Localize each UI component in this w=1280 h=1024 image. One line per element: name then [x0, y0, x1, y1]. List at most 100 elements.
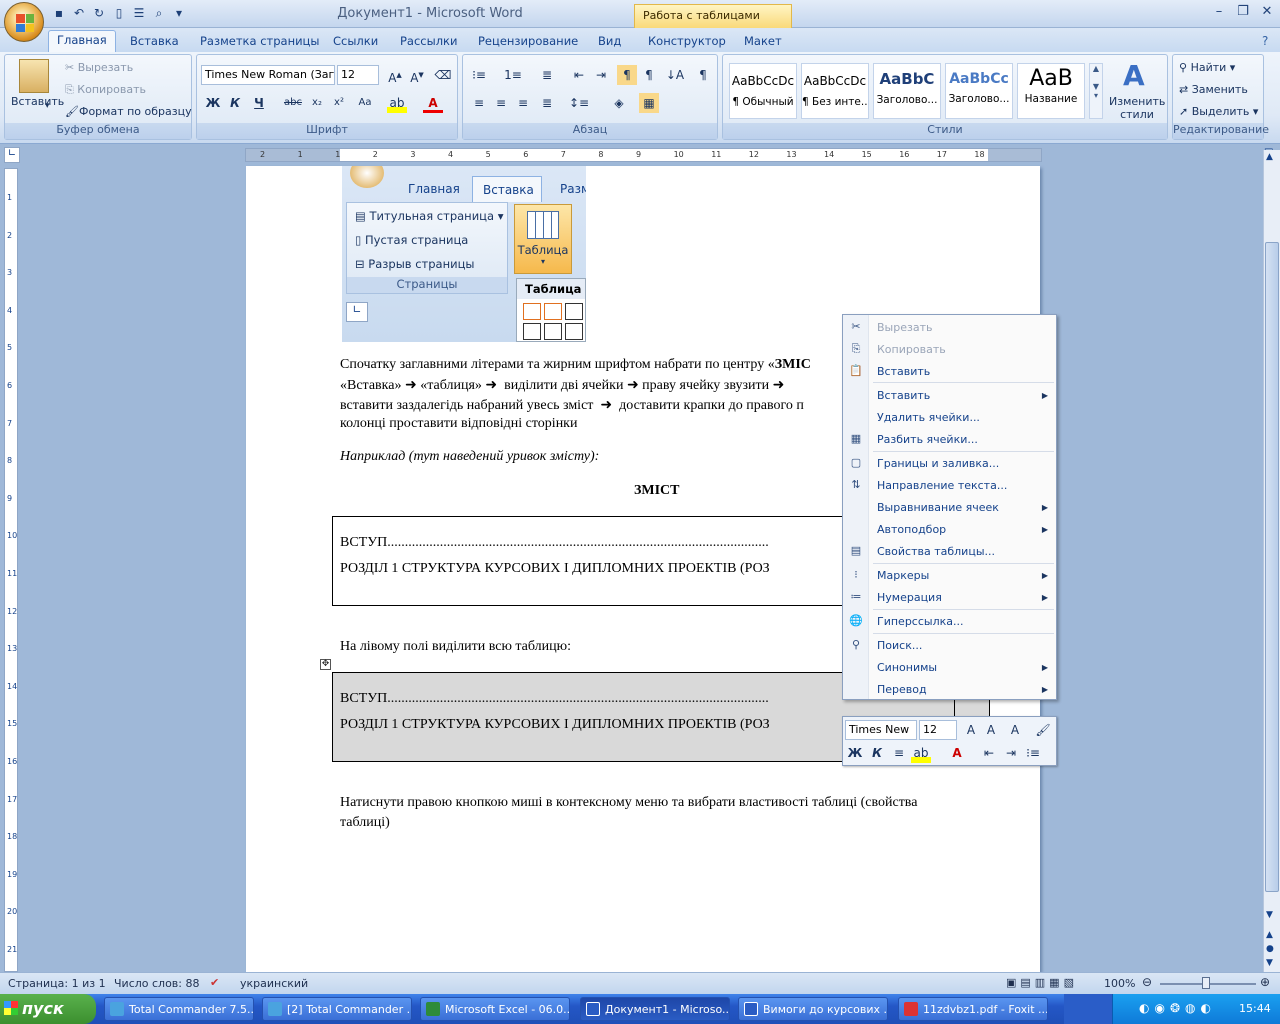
- view-buttons[interactable]: ▣▤▥▦▧: [1006, 976, 1078, 989]
- show-marks-icon[interactable]: ¶: [693, 65, 713, 85]
- menu-text-direction[interactable]: Направление текста...: [877, 479, 1007, 492]
- bullets-icon[interactable]: ⁝≡: [469, 65, 489, 85]
- customize-qat-icon[interactable]: ▾: [172, 6, 186, 20]
- vertical-scrollbar[interactable]: ▲ ▼ ▲ ● ▼: [1263, 150, 1280, 972]
- font-name-combo[interactable]: Times New Roman (Заго: [201, 65, 335, 85]
- menu-table-properties[interactable]: Свойства таблицы...: [877, 545, 995, 558]
- tab-page-layout[interactable]: Разметка страницы: [192, 32, 327, 50]
- office-button[interactable]: [4, 2, 44, 42]
- menu-cut[interactable]: Вырезать: [877, 321, 932, 334]
- mini-font-color-icon[interactable]: A: [947, 743, 967, 763]
- font-color-icon[interactable]: A: [423, 93, 443, 113]
- zoom-out-icon[interactable]: ⊖: [1142, 975, 1152, 989]
- language[interactable]: украинский: [240, 977, 308, 990]
- task-total-commander-1[interactable]: Total Commander 7.5...: [104, 997, 254, 1021]
- borders-icon[interactable]: ▦: [639, 93, 659, 113]
- prev-page-icon[interactable]: ▲: [1266, 930, 1273, 940]
- tray-icons[interactable]: ◐◉❂◍◐: [1139, 1001, 1216, 1015]
- increase-indent-icon[interactable]: ⇥: [591, 65, 611, 85]
- multilevel-list-icon[interactable]: ≣: [537, 65, 557, 85]
- minimize-icon[interactable]: –: [1208, 4, 1230, 22]
- task-word[interactable]: Документ1 - Microso...: [580, 997, 730, 1021]
- menu-cell-alignment[interactable]: Выравнивание ячеек: [877, 501, 999, 514]
- mini-italic-icon[interactable]: К: [867, 743, 887, 763]
- start-button[interactable]: пуск: [0, 994, 96, 1024]
- paste-icon[interactable]: [19, 59, 49, 93]
- task-excel[interactable]: Microsoft Excel - 06.0...: [420, 997, 570, 1021]
- replace-button[interactable]: ⇄ Заменить: [1179, 83, 1248, 96]
- tab-design[interactable]: Конструктор: [640, 32, 734, 50]
- style-heading1[interactable]: AaBbC Заголово...: [873, 63, 941, 119]
- align-left-icon[interactable]: ≡: [469, 93, 489, 113]
- menu-delete-cells[interactable]: Удалить ячейки...: [877, 411, 980, 424]
- subscript-icon[interactable]: x₂: [307, 93, 327, 113]
- undo-icon[interactable]: ↶: [72, 6, 86, 20]
- select-button[interactable]: ➚ Выделить ▾: [1179, 105, 1258, 118]
- change-case-icon[interactable]: Aa: [355, 93, 375, 113]
- bold-icon[interactable]: Ж: [203, 93, 223, 113]
- decrease-indent-icon[interactable]: ⇤: [569, 65, 589, 85]
- style-normal[interactable]: AaBbCcDc ¶ Обычный: [729, 63, 797, 119]
- shading-icon[interactable]: ◈: [609, 93, 629, 113]
- menu-search[interactable]: Поиск...: [877, 639, 922, 652]
- mini-bold-icon[interactable]: Ж: [845, 743, 865, 763]
- redo-icon[interactable]: ↻: [92, 6, 106, 20]
- italic-icon[interactable]: К: [225, 93, 245, 113]
- line-spacing-icon[interactable]: ↕≡: [569, 93, 589, 113]
- menu-split-cells[interactable]: Разбить ячейки...: [877, 433, 978, 446]
- align-right-icon[interactable]: ≡: [513, 93, 533, 113]
- mini-font-combo[interactable]: Times New: [845, 720, 917, 740]
- maximize-icon[interactable]: ❐: [1232, 4, 1254, 22]
- underline-icon[interactable]: Ч: [249, 93, 269, 113]
- change-styles-button[interactable]: Изменить стили: [1109, 95, 1165, 121]
- horizontal-ruler[interactable]: 2 1 1 2 3 4 5 6 7 8 9 10 11 12 13 14 15 16 17 18: [245, 148, 1042, 162]
- mini-size-combo[interactable]: 12: [919, 720, 957, 740]
- list-icon[interactable]: ☰: [132, 6, 146, 20]
- close-icon[interactable]: ✕: [1256, 4, 1278, 22]
- ltr-icon[interactable]: ¶: [617, 65, 637, 85]
- menu-copy[interactable]: Копировать: [877, 343, 946, 356]
- styles-scroll[interactable]: ▲ ▼ ▾: [1089, 63, 1103, 119]
- find-button[interactable]: ⚲ Найти ▾: [1179, 61, 1235, 74]
- numbering-icon[interactable]: 1≡: [503, 65, 523, 85]
- vertical-ruler[interactable]: 1 2 3 4 5 6 7 8 9 10 11 12 13 14 15 16 17 18 19 20 21: [4, 168, 18, 972]
- clear-format-icon[interactable]: ⌫: [433, 65, 453, 85]
- format-painter-button[interactable]: 🖌Формат по образцу: [65, 105, 192, 118]
- style-no-spacing[interactable]: AaBbCcDc ¶ Без инте...: [801, 63, 869, 119]
- menu-translate[interactable]: Перевод: [877, 683, 927, 696]
- tab-home[interactable]: Главная: [48, 30, 116, 52]
- font-size-combo[interactable]: 12: [337, 65, 379, 85]
- highlight-icon[interactable]: ab: [387, 93, 407, 113]
- mini-styles-icon[interactable]: A: [1005, 720, 1025, 740]
- rtl-icon[interactable]: ¶: [639, 65, 659, 85]
- align-center-icon[interactable]: ≡: [491, 93, 511, 113]
- style-title[interactable]: AaB Название: [1017, 63, 1085, 119]
- zoom-in-icon[interactable]: ⊕: [1260, 975, 1270, 989]
- help-icon[interactable]: ?: [1262, 34, 1268, 48]
- grow-font-icon[interactable]: A▲: [385, 65, 405, 85]
- menu-hyperlink[interactable]: Гиперссылка...: [877, 615, 964, 628]
- mini-bullets-icon[interactable]: ⁝≡: [1023, 743, 1043, 763]
- cut-button[interactable]: ✂ Вырезать: [65, 61, 133, 74]
- menu-borders-shading[interactable]: Границы и заливка...: [877, 457, 999, 470]
- mini-shrink-font-icon[interactable]: A: [981, 720, 1001, 740]
- menu-insert[interactable]: Вставить: [877, 389, 930, 402]
- menu-synonyms[interactable]: Синонимы: [877, 661, 937, 674]
- justify-icon[interactable]: ≣: [537, 93, 557, 113]
- new-document-icon[interactable]: ▯: [112, 6, 126, 20]
- task-word-2[interactable]: Вимоги до курсових ...: [738, 997, 888, 1021]
- scroll-down-icon[interactable]: ▼: [1266, 910, 1273, 920]
- scroll-thumb[interactable]: [1265, 242, 1279, 892]
- proofing-icon[interactable]: ✔: [210, 976, 219, 989]
- superscript-icon[interactable]: x²: [329, 93, 349, 113]
- mini-highlight-icon[interactable]: ab: [911, 743, 931, 763]
- save-icon[interactable]: ▪: [52, 6, 66, 20]
- mini-format-painter-icon[interactable]: 🖌: [1033, 720, 1053, 740]
- menu-bullets[interactable]: Маркеры: [877, 569, 929, 582]
- scroll-up-icon[interactable]: ▲: [1266, 152, 1273, 162]
- tab-review[interactable]: Рецензирование: [470, 32, 586, 50]
- tab-insert[interactable]: Вставка: [122, 32, 187, 50]
- browse-object-icon[interactable]: ●: [1266, 944, 1274, 954]
- task-total-commander-2[interactable]: [2] Total Commander ...: [262, 997, 412, 1021]
- tab-view[interactable]: Вид: [590, 32, 629, 50]
